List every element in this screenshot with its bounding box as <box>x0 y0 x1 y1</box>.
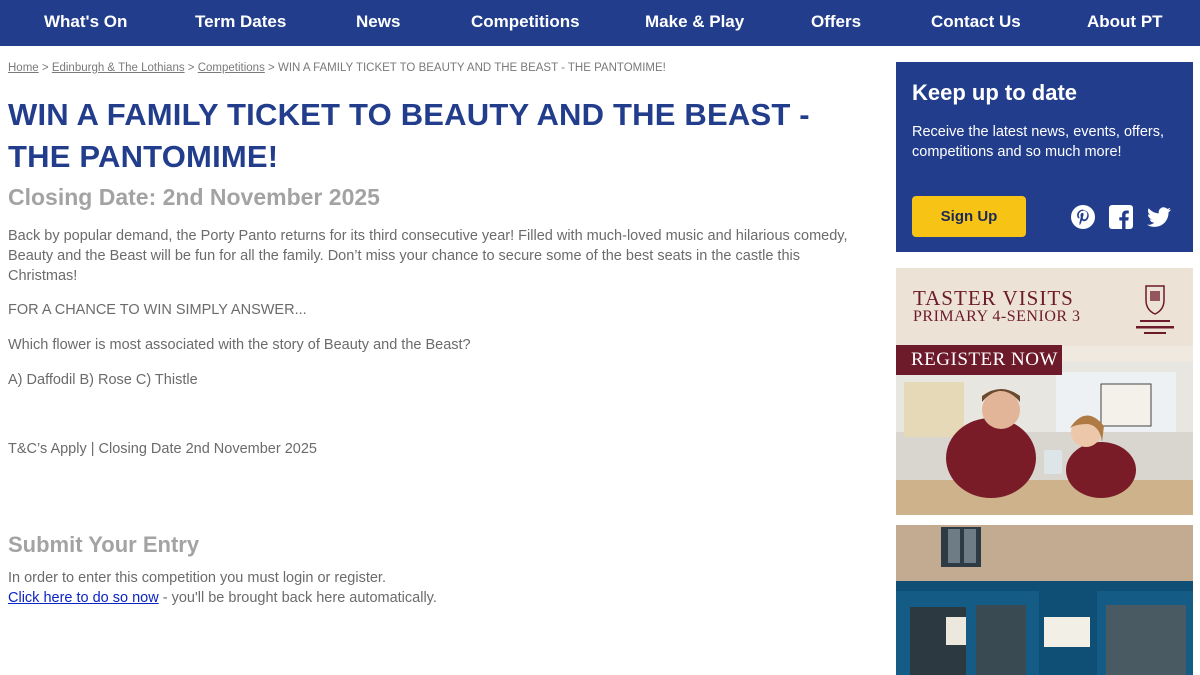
answer-options: A) Daffodil B) Rose C) Thistle <box>8 372 198 388</box>
breadcrumb-separator: > <box>187 62 195 74</box>
signup-title: Keep up to date <box>912 80 1078 105</box>
shopfront-photo <box>896 525 1193 675</box>
login-link[interactable]: Click here to do so now <box>8 590 159 606</box>
competition-question: Which flower is most associated with the… <box>8 337 471 353</box>
login-link-line: Click here to do so now - you'll be brou… <box>8 588 868 608</box>
breadcrumb: Home > Edinburgh & The Lothians > Compet… <box>8 62 868 80</box>
nav-item-whats-on[interactable]: What's On <box>44 0 127 46</box>
signup-description: Receive the latest news, events, offers,… <box>912 124 1165 160</box>
school-advert[interactable]: TASTER VISITS PRIMARY 4-SENIOR 3 REGISTE… <box>896 268 1193 515</box>
newsletter-signup-box: Keep up to date Receive the latest news,… <box>896 62 1193 252</box>
breadcrumb-separator: > <box>41 62 49 74</box>
breadcrumb-separator: > <box>268 62 275 74</box>
nav-item-news[interactable]: News <box>356 0 400 46</box>
closing-date: Closing Date: 2nd November 2025 <box>8 184 380 210</box>
nav-item-make-and-play[interactable]: Make & Play <box>645 0 744 46</box>
top-navigation: What's On Term Dates News Competitions M… <box>0 0 1200 46</box>
nav-item-competitions[interactable]: Competitions <box>471 0 580 46</box>
nav-item-contact-us[interactable]: Contact Us <box>931 0 1021 46</box>
breadcrumb-current: WIN A FAMILY TICKET TO BEAUTY AND THE BE… <box>277 62 666 74</box>
advert-subheadline: PRIMARY 4-SENIOR 3 <box>913 308 1081 325</box>
signup-button[interactable]: Sign Up <box>912 196 1026 237</box>
login-link-suffix: - you'll be brought back here automatica… <box>158 590 437 606</box>
facebook-icon[interactable] <box>1108 204 1134 230</box>
answer-prompt: FOR A CHANCE TO WIN SIMPLY ANSWER... <box>8 302 307 318</box>
breadcrumb-home[interactable]: Home <box>8 62 39 74</box>
breadcrumb-competitions[interactable]: Competitions <box>198 62 265 74</box>
nav-item-about-pt[interactable]: About PT <box>1087 0 1163 46</box>
submit-entry-heading: Submit Your Entry <box>8 532 200 557</box>
nav-item-term-dates[interactable]: Term Dates <box>195 0 286 46</box>
breadcrumb-region[interactable]: Edinburgh & The Lothians <box>52 62 185 74</box>
main-content: Home > Edinburgh & The Lothians > Compet… <box>8 62 868 608</box>
terms-text: T&C’s Apply | Closing Date 2nd November … <box>8 441 317 457</box>
register-now-banner[interactable]: REGISTER NOW <box>896 345 1062 375</box>
twitter-icon[interactable] <box>1146 204 1172 230</box>
page-title: WIN A FAMILY TICKET TO BEAUTY AND THE BE… <box>8 97 810 174</box>
school-crest-logo <box>1136 285 1174 334</box>
classroom-photo <box>896 362 1193 515</box>
pinterest-icon[interactable] <box>1070 204 1096 230</box>
nav-item-offers[interactable]: Offers <box>811 0 861 46</box>
shop-advert[interactable] <box>896 525 1193 675</box>
intro-paragraph: Back by popular demand, the Porty Panto … <box>8 228 848 284</box>
login-instructions: In order to enter this competition you m… <box>8 570 386 586</box>
